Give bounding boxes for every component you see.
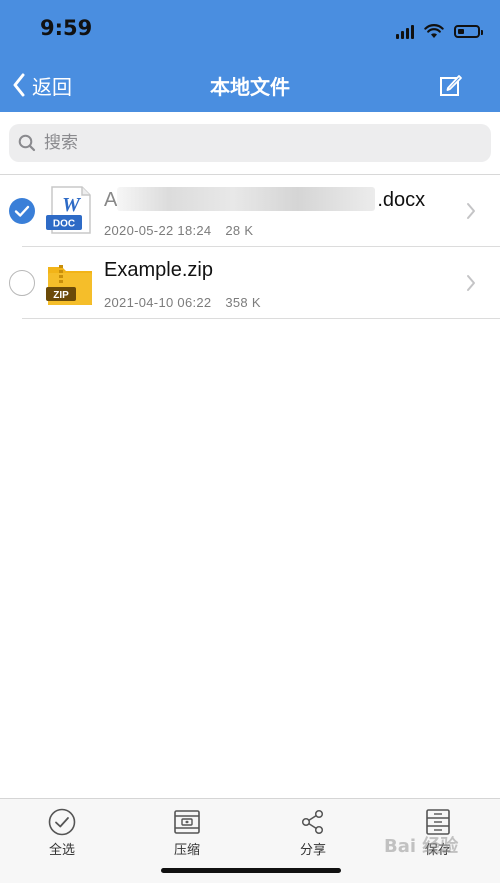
unselected-checkbox[interactable]: [9, 270, 35, 296]
row-divider: [22, 318, 500, 319]
share-button[interactable]: 分享: [273, 807, 353, 858]
watermark: Bai 经验: [384, 836, 459, 857]
file-name: Example.zip: [104, 259, 213, 281]
file-list: DOC W A .docx 2020-05-22 18:24 28 K ZIP E…: [0, 175, 500, 319]
status-bar: 9:59: [0, 0, 500, 58]
compress-button[interactable]: 压缩: [147, 807, 227, 858]
signal-icon: [396, 23, 414, 39]
chevron-right-icon: [467, 275, 475, 291]
edit-icon[interactable]: [438, 72, 464, 98]
header: 9:59 返回 本地文件: [0, 0, 500, 112]
nav-bar: 返回 本地文件: [0, 58, 500, 112]
select-all-label: 全选: [48, 843, 75, 858]
redacted-text: [117, 187, 376, 211]
file-size: 28 K: [225, 223, 254, 238]
search-area: [0, 112, 500, 174]
doc-icon-label: DOC: [53, 219, 75, 230]
check-circle-icon: [48, 808, 76, 836]
file-name-suffix: .docx: [377, 189, 426, 211]
battery-icon: [454, 24, 483, 38]
home-indicator: [161, 868, 341, 873]
file-name-prefix: A: [104, 189, 118, 211]
compress-label: 压缩: [173, 843, 200, 858]
file-meta: 2021-04-10 06:22 358 K: [104, 295, 261, 310]
file-name: A .docx: [104, 187, 425, 212]
file-row[interactable]: DOC W A .docx 2020-05-22 18:24 28 K: [0, 175, 500, 247]
share-icon: [301, 809, 324, 835]
file-date: 2021-04-10 06:22: [104, 295, 212, 310]
search-input[interactable]: [42, 132, 466, 154]
zip-icon-label: ZIP: [53, 290, 69, 301]
wifi-icon: [424, 23, 444, 38]
file-size: 358 K: [225, 295, 261, 310]
selected-checkbox[interactable]: [9, 198, 35, 224]
zip-folder-icon: ZIP: [46, 265, 92, 305]
page-title: 本地文件: [210, 75, 290, 99]
file-meta: 2020-05-22 18:24 28 K: [104, 223, 253, 238]
chevron-right-icon: [467, 203, 475, 219]
select-all-button[interactable]: 全选: [22, 807, 102, 858]
doc-icon-letter: W: [62, 194, 81, 216]
share-label: 分享: [299, 843, 326, 858]
file-date: 2020-05-22 18:24: [104, 223, 212, 238]
status-time: 9:59: [40, 16, 93, 40]
compress-icon: [174, 810, 200, 834]
search-bar[interactable]: [9, 124, 491, 162]
file-row[interactable]: ZIP Example.zip 2021-04-10 06:22 358 K: [0, 247, 500, 319]
search-icon: [18, 134, 36, 152]
status-icons: [396, 20, 483, 42]
checkmark-icon: [14, 205, 30, 217]
word-doc-icon: DOC W: [46, 186, 91, 234]
